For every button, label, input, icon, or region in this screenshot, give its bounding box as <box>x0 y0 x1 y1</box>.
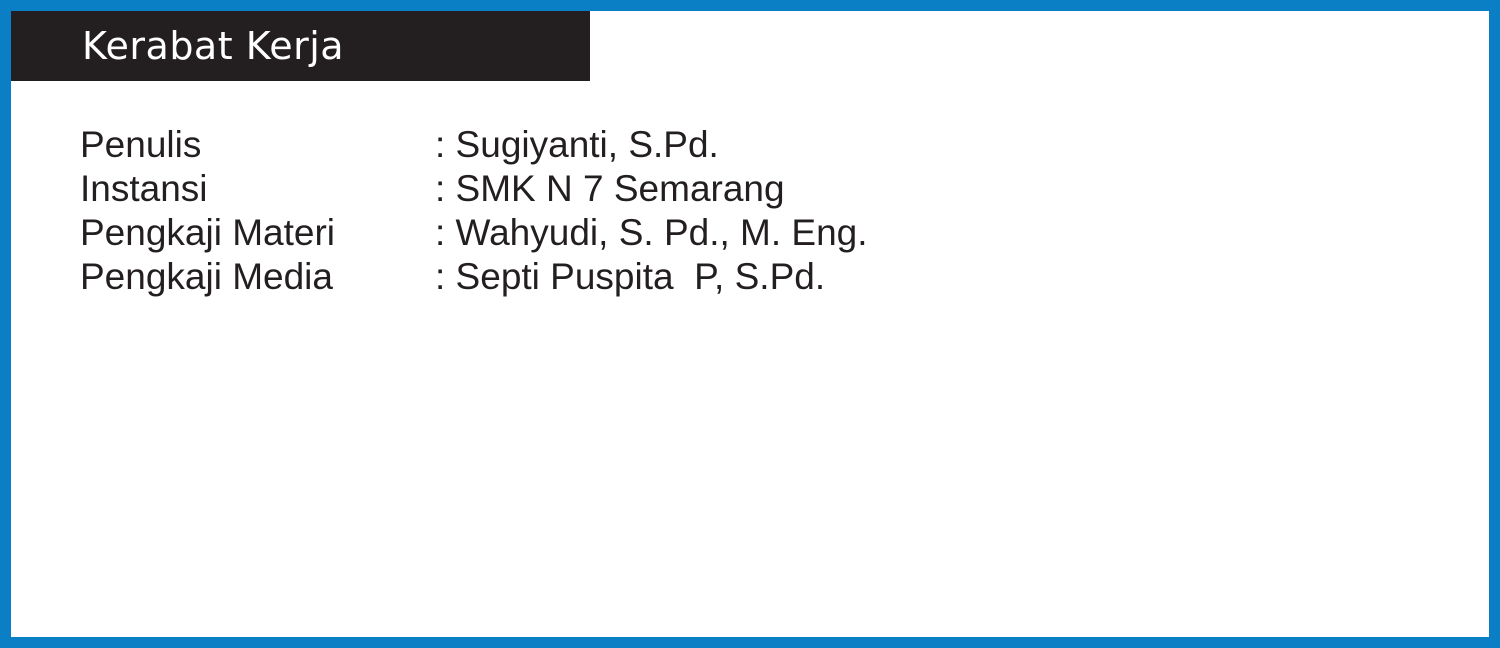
credit-label: Penulis <box>80 124 202 165</box>
credit-label: Instansi <box>80 168 208 209</box>
credit-value: : Septi Puspita P, S.Pd. <box>435 256 826 297</box>
page-frame: Kerabat Kerja Penulis : Sugiyanti, S.Pd.… <box>0 0 1500 648</box>
credit-row-penulis: Penulis : Sugiyanti, S.Pd. <box>80 123 719 167</box>
credit-value: : SMK N 7 Semarang <box>435 168 785 209</box>
credit-label: Pengkaji Materi <box>80 212 336 253</box>
credit-row-instansi: Instansi : SMK N 7 Semarang <box>80 167 785 211</box>
credit-value: : Sugiyanti, S.Pd. <box>435 124 719 165</box>
page-title: Kerabat Kerja <box>82 24 345 68</box>
credits-list: Penulis : Sugiyanti, S.Pd. Instansi : SM… <box>80 123 868 299</box>
credit-label: Pengkaji Media <box>80 256 333 297</box>
credit-row-pengkaji-media: Pengkaji Media : Septi Puspita P, S.Pd. <box>80 255 825 299</box>
credit-value: : Wahyudi, S. Pd., M. Eng. <box>435 212 868 253</box>
header-bar: Kerabat Kerja <box>11 11 590 81</box>
credit-row-pengkaji-materi: Pengkaji Materi : Wahyudi, S. Pd., M. En… <box>80 211 868 255</box>
